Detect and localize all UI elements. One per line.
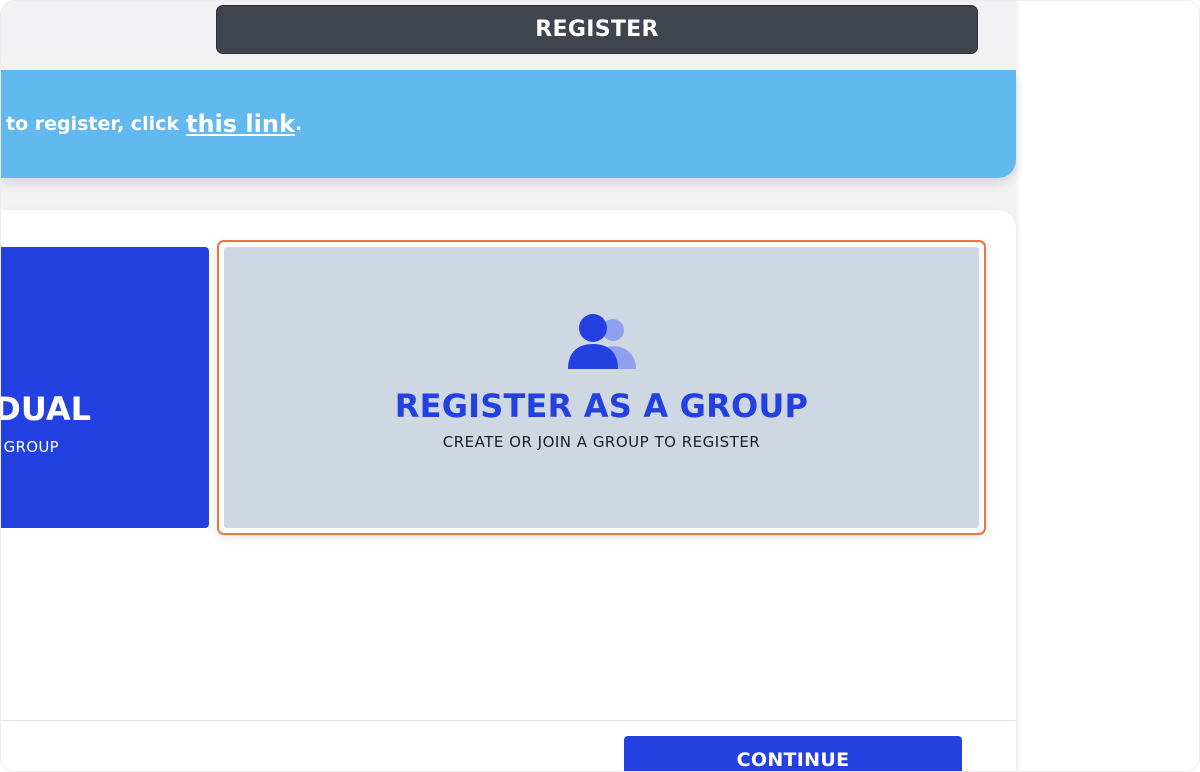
individual-subtitle-clip: GROUP bbox=[1, 438, 59, 460]
users-icon bbox=[567, 314, 636, 369]
register-group-option[interactable]: REGISTER AS A GROUP CREATE OR JOIN A GRO… bbox=[224, 247, 979, 528]
group-option-title: REGISTER AS A GROUP bbox=[394, 387, 809, 425]
register-header-label: REGISTER bbox=[535, 17, 659, 42]
info-notice-banner: to register, click this link . bbox=[1, 70, 1016, 178]
continue-label: CONTINUE bbox=[736, 749, 850, 771]
notice-end-punct: . bbox=[294, 113, 303, 135]
individual-option-title: DUAL bbox=[1, 390, 91, 428]
register-header-button[interactable]: REGISTER bbox=[216, 5, 978, 54]
footer-divider bbox=[1, 720, 1016, 721]
register-individual-option[interactable]: DUAL GROUP bbox=[1, 247, 209, 528]
right-gutter bbox=[1016, 1, 1199, 771]
notice-link[interactable]: this link bbox=[186, 110, 295, 138]
notice-text: to register, click bbox=[6, 113, 179, 135]
continue-button[interactable]: CONTINUE bbox=[624, 736, 962, 771]
individual-title-clip: DUAL bbox=[1, 390, 91, 432]
registration-options-card: DUAL GROUP REGISTER AS A GROUP CREATE OR… bbox=[1, 210, 1016, 771]
individual-option-subtitle: GROUP bbox=[3, 438, 59, 456]
browser-viewport: REGISTER to register, click this link . … bbox=[0, 0, 1200, 772]
group-option-subtitle: CREATE OR JOIN A GROUP TO REGISTER bbox=[442, 433, 761, 451]
